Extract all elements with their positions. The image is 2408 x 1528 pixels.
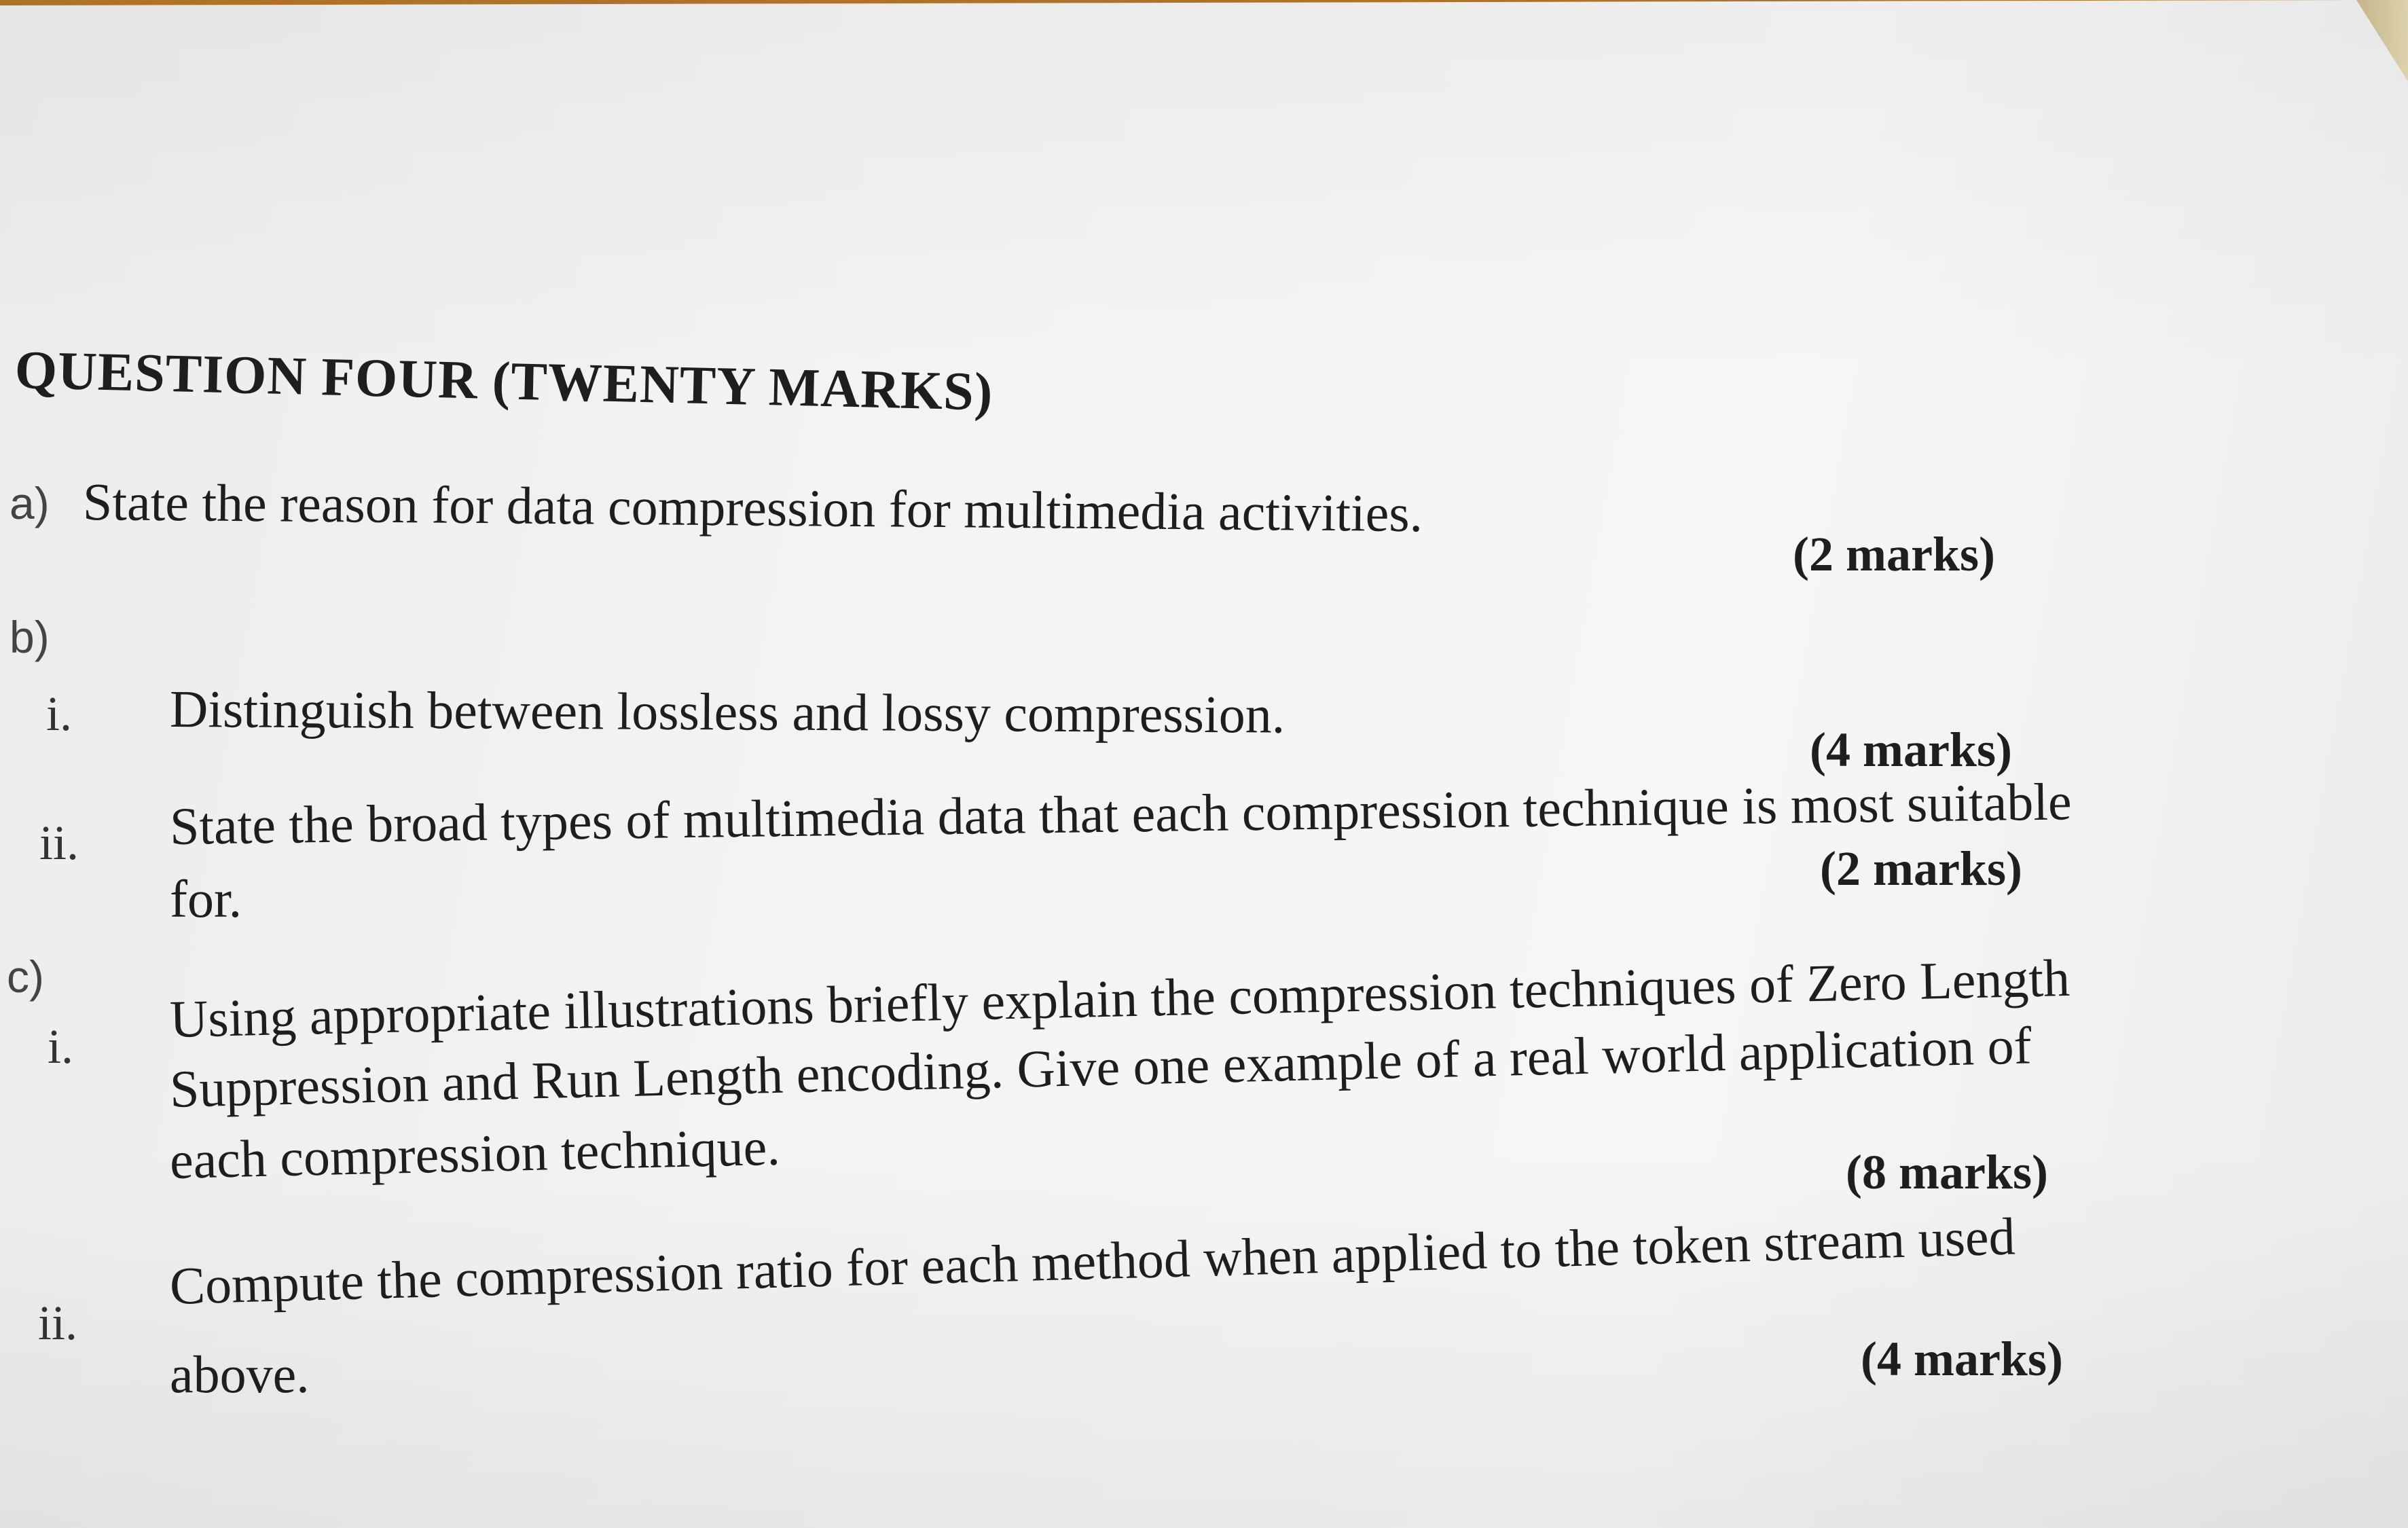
part-c-ii-question-line2: above. [170,1345,310,1404]
part-a-question: State the reason for data compression fo… [82,472,1423,543]
part-b-i-number: i. [46,687,73,741]
part-c-label: c) [7,951,44,1002]
part-a-marks: (2 marks) [1793,527,1995,581]
part-c-ii-marks: (4 marks) [1861,1332,2063,1386]
part-c-ii-number: ii. [38,1296,78,1350]
part-b-ii-number: ii. [39,816,79,870]
part-c-i-marks: (8 marks) [1846,1145,2048,1199]
part-b-i-question: Distinguish between lossless and lossy c… [169,679,1285,744]
part-b-i-marks: (4 marks) [1810,723,2012,777]
part-c-i-number: i. [48,1019,74,1074]
part-b-ii-question-line2: for. [170,869,242,928]
part-b-ii-marks: (2 marks) [1820,841,2022,896]
part-c-i-question-line3: each compression technique. [169,1116,781,1190]
part-b-label: b) [10,612,50,662]
part-a-label: a) [10,478,50,528]
